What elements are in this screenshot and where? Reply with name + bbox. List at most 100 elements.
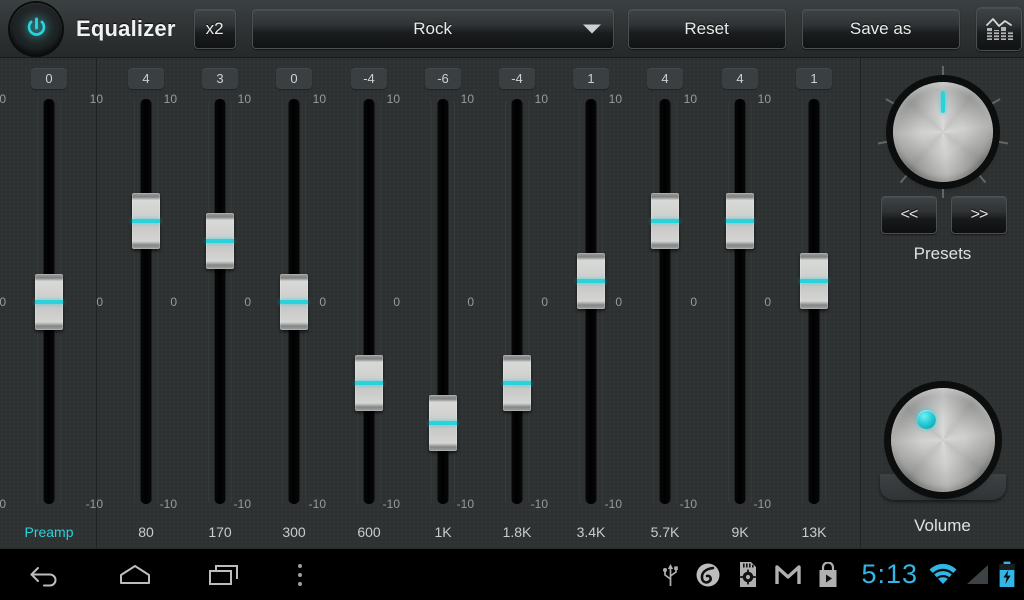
chevron-down-icon	[583, 24, 601, 33]
scale-bottom: -10	[86, 497, 103, 511]
scale-bottom: -10	[0, 497, 6, 511]
nav-recents-button[interactable]	[180, 549, 270, 600]
presets-knob[interactable]	[893, 82, 993, 182]
slider-thumb-band-170[interactable]	[206, 213, 234, 269]
value-badge-band-1.8K: -4	[499, 68, 535, 89]
slider-track-band-5.7K[interactable]	[660, 99, 671, 504]
presets-prev-button[interactable]: <<	[881, 196, 937, 234]
band-label-band-13K: 13K	[777, 524, 851, 540]
presets-caption: Presets	[861, 244, 1024, 264]
app-header: Equalizer x2 Rock Reset Save as	[0, 0, 1024, 58]
knob-tick	[899, 175, 906, 183]
slider-thumb-band-13K[interactable]	[800, 253, 828, 309]
value-badge-band-3.4K: 1	[573, 68, 609, 89]
scale-mid: 0	[467, 295, 474, 309]
scale-bottom: -10	[531, 497, 548, 511]
knob-tick	[991, 98, 1000, 104]
multiplier-button[interactable]: x2	[194, 9, 236, 49]
slider-track-band-1.8K[interactable]	[512, 99, 523, 504]
slider-thumb-band-5.7K[interactable]	[651, 193, 679, 249]
scale-mid: 0	[244, 295, 251, 309]
slider-thumb-band-1K[interactable]	[429, 395, 457, 451]
band-label-band-1.8K: 1.8K	[480, 524, 554, 540]
navigation-buttons	[0, 549, 340, 600]
value-badge-band-80: 4	[128, 68, 164, 89]
power-button[interactable]	[10, 3, 62, 55]
preset-dropdown[interactable]: Rock	[252, 9, 614, 49]
slider-thumb-band-80[interactable]	[132, 193, 160, 249]
scale-mid: 0	[0, 295, 6, 309]
equalizer-app: Equalizer x2 Rock Reset Save as	[0, 0, 1024, 600]
knob-tick	[942, 66, 944, 75]
band-label-band-9K: 9K	[703, 524, 777, 540]
knob-tick	[978, 175, 985, 183]
scale-mid: 0	[764, 295, 771, 309]
equalizer-visualizer-icon	[984, 15, 1014, 43]
band-label-band-3.4K: 3.4K	[554, 524, 628, 540]
band-label-band-5.7K: 5.7K	[628, 524, 702, 540]
overflow-menu-icon	[296, 562, 304, 588]
scale-top: 10	[164, 92, 177, 106]
back-arrow-icon	[28, 563, 62, 587]
usb-icon	[662, 562, 679, 588]
presets-knob-wrap	[893, 82, 993, 182]
scale-mid: 0	[615, 295, 622, 309]
home-icon	[117, 563, 153, 587]
equalizer-main: 0100-10Preamp4100-10803100-101700100-103…	[0, 58, 1024, 548]
presets-knob-ticks	[877, 66, 1009, 198]
scale-top: 10	[0, 92, 6, 106]
value-badge-band-170: 3	[202, 68, 238, 89]
scale-bottom: -10	[160, 497, 177, 511]
visualizer-button[interactable]	[976, 7, 1022, 51]
slider-thumb-band-300[interactable]	[280, 274, 308, 330]
cell-signal-icon	[964, 563, 990, 586]
power-icon	[23, 15, 50, 42]
value-badge-band-13K: 1	[796, 68, 832, 89]
preset-dropdown-value: Rock	[413, 19, 452, 39]
scale-top: 10	[313, 92, 326, 106]
nav-home-button[interactable]	[90, 549, 180, 600]
nav-overflow-menu-button[interactable]	[270, 549, 330, 600]
band-label-band-600: 600	[332, 524, 406, 540]
slider-bank: 0100-10Preamp4100-10803100-101700100-103…	[0, 58, 860, 548]
slider-thumb-preamp[interactable]	[35, 274, 63, 330]
reset-button[interactable]: Reset	[628, 9, 786, 49]
value-badge-band-600: -4	[351, 68, 387, 89]
slider-track-band-600[interactable]	[364, 99, 375, 504]
scale-top: 10	[609, 92, 622, 106]
scale-top: 10	[535, 92, 548, 106]
save-as-button[interactable]: Save as	[802, 9, 960, 49]
slider-thumb-band-1.8K[interactable]	[503, 355, 531, 411]
slider-track-band-80[interactable]	[141, 99, 152, 504]
slider-column-band-13K: 1100-1013K	[777, 58, 851, 548]
value-badge-band-1K: -6	[425, 68, 461, 89]
volume-knob[interactable]	[891, 388, 995, 492]
value-badge-band-5.7K: 4	[647, 68, 683, 89]
scale-mid: 0	[319, 295, 326, 309]
scale-top: 10	[238, 92, 251, 106]
scale-bottom: -10	[605, 497, 622, 511]
slider-track-band-9K[interactable]	[735, 99, 746, 504]
volume-knob-indicator	[917, 410, 936, 429]
android-system-bar: 5:13	[0, 548, 1024, 600]
slider-thumb-band-3.4K[interactable]	[577, 253, 605, 309]
band-label-band-1K: 1K	[406, 524, 480, 540]
sdcard-settings-icon	[737, 561, 759, 588]
circle-app-icon	[695, 562, 721, 588]
nav-back-button[interactable]	[0, 549, 90, 600]
presets-next-button[interactable]: >>	[951, 196, 1007, 234]
scale-bottom: -10	[234, 497, 251, 511]
status-clock: 5:13	[861, 559, 918, 590]
volume-knob-wrap	[891, 388, 995, 492]
slider-thumb-band-9K[interactable]	[726, 193, 754, 249]
slider-column-preamp: 0100-10Preamp	[12, 58, 86, 548]
gmail-icon	[775, 564, 801, 586]
volume-caption: Volume	[861, 516, 1024, 536]
scale-top: 10	[387, 92, 400, 106]
slider-track-band-170[interactable]	[215, 99, 226, 504]
scale-mid: 0	[690, 295, 697, 309]
band-label-band-80: 80	[109, 524, 183, 540]
slider-thumb-band-600[interactable]	[355, 355, 383, 411]
knob-tick	[877, 141, 886, 145]
scale-top: 10	[758, 92, 771, 106]
